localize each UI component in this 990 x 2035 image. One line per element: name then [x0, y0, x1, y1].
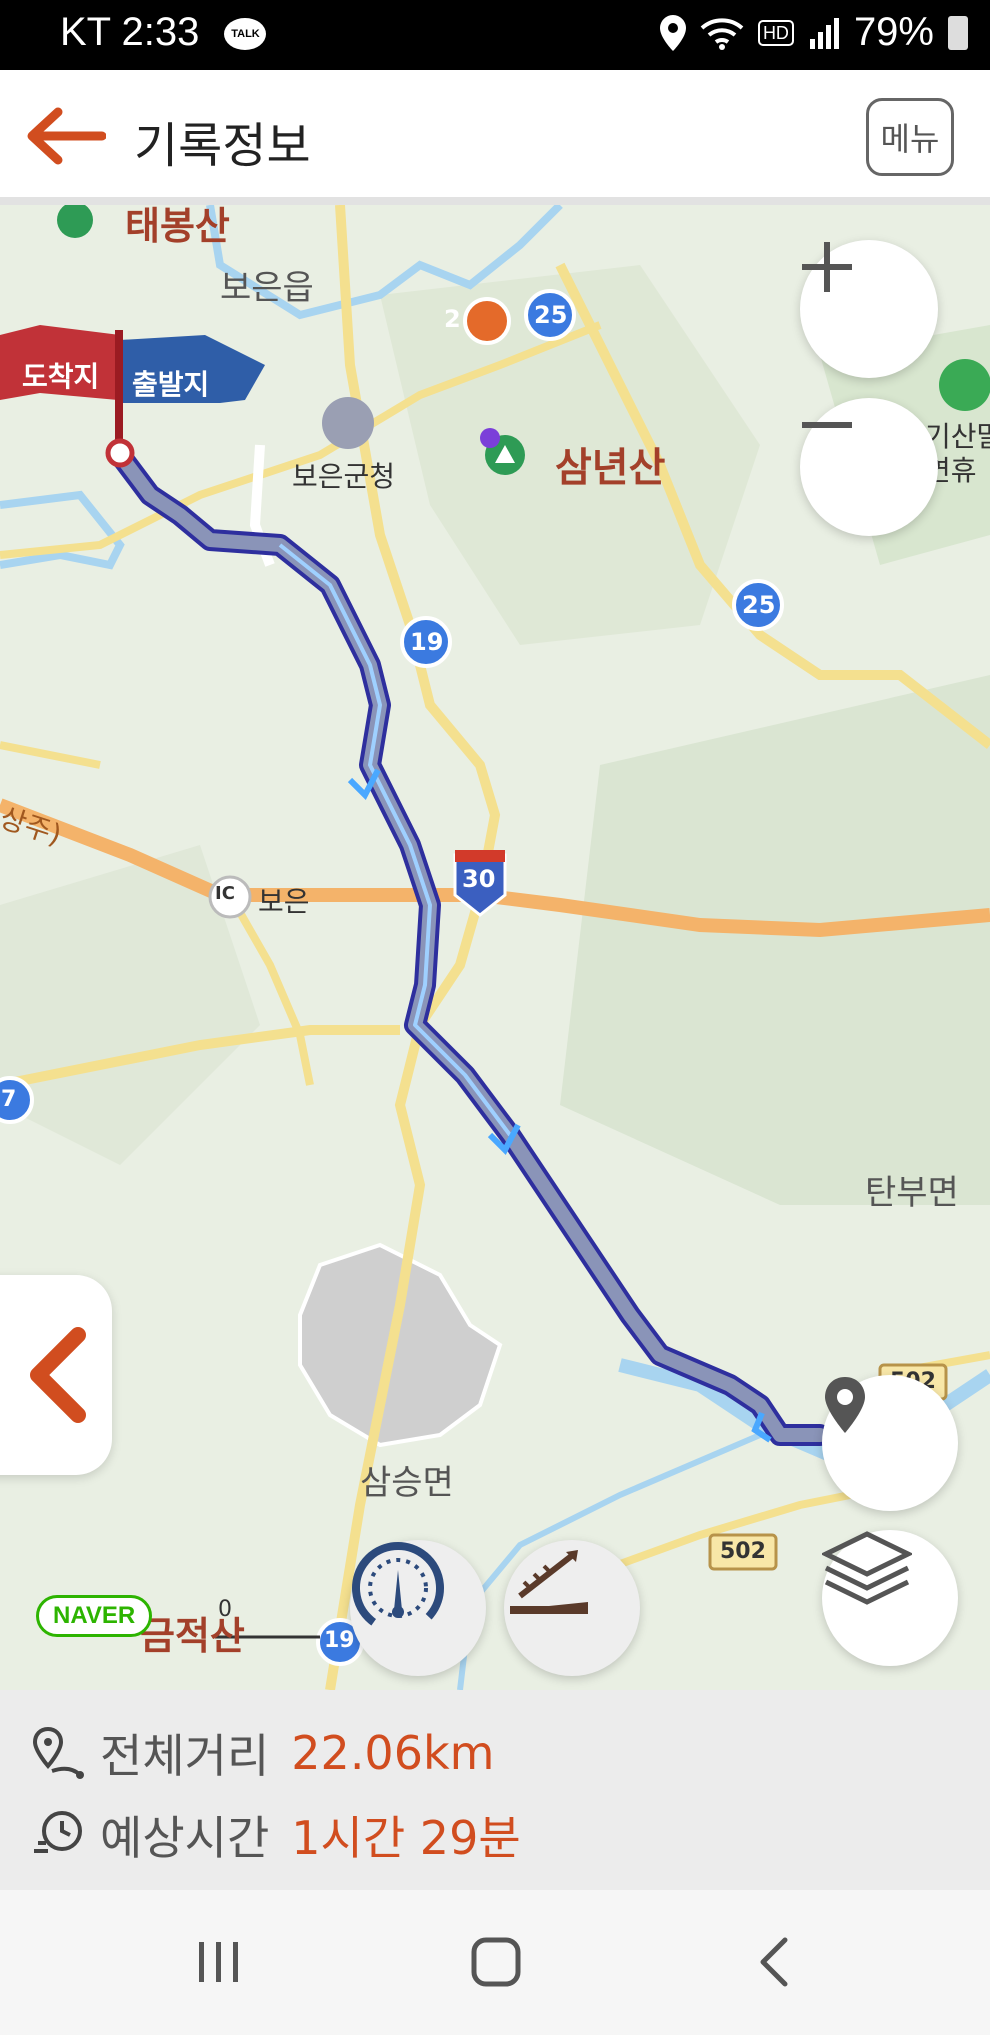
side-panel-toggle[interactable] — [0, 1275, 112, 1475]
label-boeun-gun-office: 보은군청 — [292, 460, 396, 493]
map-view[interactable]: 태봉산 보은읍 보은군청 삼년산 보은 IC 탄부면 삼승면 금적산 상주) 기… — [0, 205, 990, 1690]
recent-apps-icon[interactable] — [195, 1938, 243, 1986]
arrival-flag-label: 도착지 — [22, 360, 100, 393]
road-shield-2: 2 — [444, 305, 461, 333]
battery-percent: 79% — [853, 10, 934, 54]
label-tanbumyeon: 탄부면 — [865, 1173, 959, 1213]
chevron-left-icon — [30, 1327, 86, 1423]
scale-zero-label: 0 — [218, 1597, 232, 1622]
hd-voice-icon: HD — [757, 19, 794, 46]
elevation-icon — [510, 1550, 588, 1614]
system-nav-bar — [0, 1890, 990, 2035]
label-ic-boeun: 보은 — [258, 885, 310, 918]
road-shield-19: 19 — [410, 628, 444, 656]
road-shield-25: 25 — [534, 301, 568, 329]
elevation-button[interactable] — [504, 1540, 640, 1676]
back-icon[interactable] — [755, 1936, 795, 1988]
time-label: 예상시간 — [100, 1811, 270, 1865]
distance-row: 전체거리 22.06km — [30, 1720, 494, 1786]
speedometer-icon — [352, 1542, 444, 1634]
label-taebongsan: 태봉산 — [125, 205, 230, 248]
expressway-shield-30: 30 — [462, 865, 496, 893]
label-samseungmyeon: 삼승면 — [360, 1463, 454, 1503]
naver-logo: NAVER — [36, 1595, 153, 1637]
carrier-time: KT 2:33 — [60, 10, 200, 54]
status-bar: KT 2:33 TALK HD 79% — [0, 0, 990, 70]
label-samnyeonsan: 삼년산 — [555, 445, 666, 491]
battery-icon — [948, 15, 968, 50]
minus-icon — [802, 422, 852, 428]
distance-value: 22.06km — [291, 1726, 495, 1780]
plus-icon — [802, 242, 852, 292]
departure-flag-label: 출발지 — [132, 368, 210, 401]
road-shield-25-b: 25 — [742, 591, 776, 619]
ic-label: IC — [215, 883, 235, 904]
layers-icon — [822, 1531, 912, 1605]
time-row: 예상시간 1시간 29분 — [30, 1802, 521, 1868]
my-location-button[interactable] — [822, 1375, 958, 1511]
location-pin-icon — [825, 1377, 865, 1433]
label-boeuneup: 보은읍 — [220, 268, 314, 308]
distance-pin-icon — [32, 1726, 84, 1779]
zoom-out-button[interactable] — [800, 398, 938, 536]
map-layers-button[interactable] — [822, 1530, 958, 1666]
status-left: KT 2:33 TALK — [60, 10, 267, 55]
time-value: 1시간 29분 — [291, 1811, 521, 1865]
location-icon — [659, 14, 686, 51]
menu-button[interactable]: 메뉴 — [866, 98, 954, 176]
distance-label: 전체거리 — [100, 1729, 270, 1783]
status-right: HD 79% — [659, 10, 968, 55]
route-info-panel: 전체거리 22.06km 예상시간 1시간 29분 — [0, 1690, 990, 1890]
kakaotalk-icon: TALK — [224, 18, 267, 51]
zoom-in-button[interactable] — [800, 240, 938, 378]
home-icon[interactable] — [470, 1936, 522, 1988]
wifi-icon — [700, 17, 744, 50]
speedometer-button[interactable] — [350, 1540, 486, 1676]
road-shield-502: 502 — [720, 1539, 766, 1564]
app-bar: 기록정보 메뉴 — [0, 70, 990, 205]
back-arrow-icon[interactable] — [24, 106, 106, 166]
mountain-marker-taebongsan — [57, 205, 93, 238]
road-shield-7: 7 — [1, 1087, 17, 1112]
clock-icon — [34, 1811, 82, 1853]
signal-icon — [809, 17, 839, 49]
page-title: 기록정보 — [134, 118, 311, 174]
